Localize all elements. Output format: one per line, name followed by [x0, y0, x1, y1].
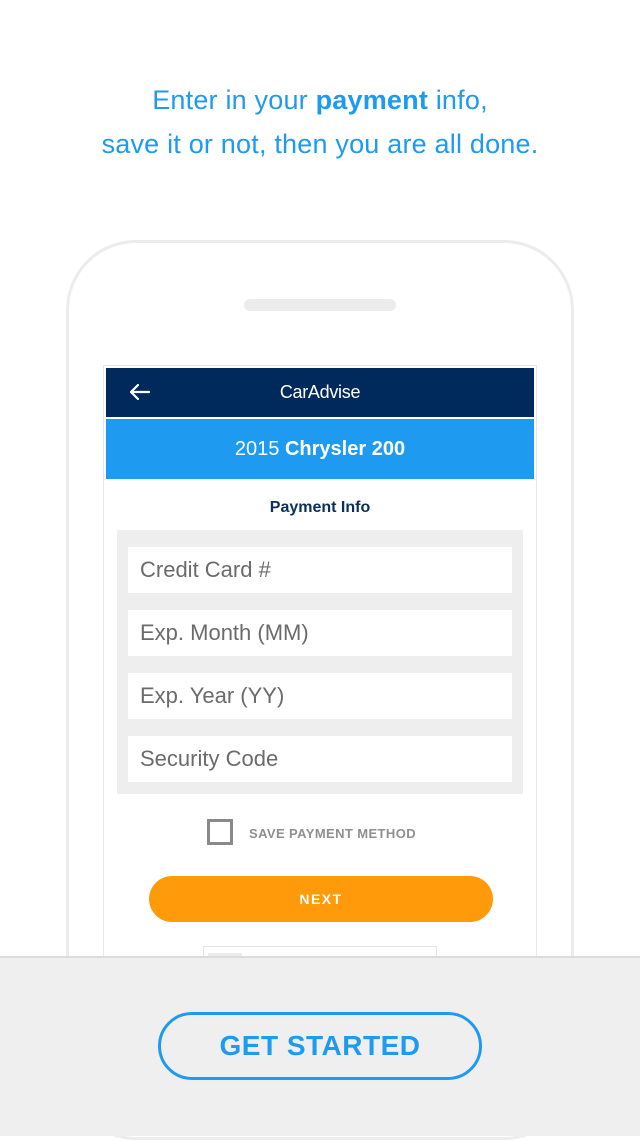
vehicle-model: Chrysler 200	[284, 438, 406, 460]
save-payment-checkbox[interactable]	[207, 819, 233, 845]
payment-form: Credit Card # Exp. Month (MM) Exp. Year …	[117, 530, 523, 794]
headline: Enter in your payment info, save it or n…	[0, 78, 640, 166]
footer-panel: GET STARTED	[0, 956, 640, 1136]
headline-line-1: Enter in your payment info,	[152, 85, 488, 115]
security-code-field[interactable]: Security Code	[128, 736, 512, 782]
headline-emphasis: payment	[315, 85, 429, 115]
brand-logo: CarAdvise	[279, 382, 361, 402]
headline-line-2: save it or not, then you are all done.	[101, 129, 539, 159]
next-button[interactable]: NEXT	[149, 876, 493, 922]
vehicle-banner: 2015 Chrysler 200	[106, 419, 534, 479]
save-payment-label[interactable]: SAVE PAYMENT METHOD	[249, 826, 416, 841]
phone-screen: CarAdvise 2015 Chrysler 200 Payment Info…	[103, 365, 537, 965]
exp-year-field[interactable]: Exp. Year (YY)	[128, 673, 512, 719]
section-title: Payment Info	[269, 499, 371, 516]
get-started-button[interactable]: GET STARTED	[158, 1012, 482, 1080]
app-navbar: CarAdvise	[106, 368, 534, 417]
phone-speaker	[244, 299, 396, 311]
credit-card-field[interactable]: Credit Card #	[128, 547, 512, 593]
vehicle-year: 2015	[234, 438, 280, 460]
exp-month-field[interactable]: Exp. Month (MM)	[128, 610, 512, 656]
